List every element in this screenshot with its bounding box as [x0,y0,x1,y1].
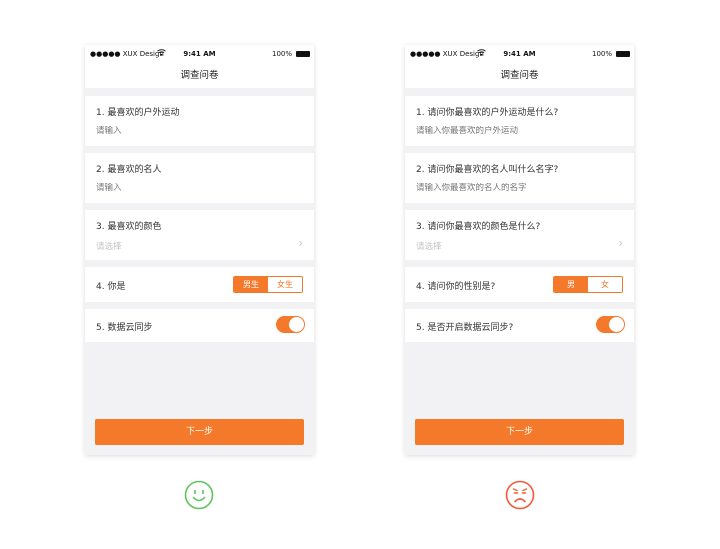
chevron-right-icon: › [618,236,623,250]
frown-icon [505,480,535,510]
gender-option-other[interactable]: 女生 [268,277,302,292]
next-button[interactable]: 下一步 [95,419,304,445]
select-placeholder: 请选择 [96,242,122,252]
next-button[interactable]: 下一步 [415,419,624,445]
question-label: 5. 是否开启数据云同步? [416,323,514,333]
gender-option-other[interactable]: 女 [588,277,622,292]
chevron-right-icon: › [298,236,303,250]
phone-screen-bad: ●●●●● XUX Design 9:41 AM 100% 调查问卷 1. 请问… [405,45,634,455]
select-placeholder: 请选择 [416,242,442,252]
page-title: 调查问卷 [85,63,314,88]
question-label: 4. 请问你的性别是? [416,282,496,292]
status-bar: ●●●●● XUX Design 9:41 AM 100% [405,45,634,63]
question-label: 5. 数据云同步 [96,323,153,333]
question-card-5: 5. 是否开启数据云同步? [405,309,634,342]
color-select[interactable]: 3. 请问你最喜欢的颜色是什么? 请选择 › [405,210,634,260]
question-card-4: 4. 你是 男生 女生 [85,267,314,302]
gender-segmented-control: 男 女 [553,276,623,293]
outdoor-sport-input[interactable] [96,126,286,136]
question-card-2: 2. 请问你最喜欢的名人叫什么名字? [405,153,634,203]
question-card-2: 2. 最喜欢的名人 [85,153,314,203]
celebrity-input[interactable] [96,183,286,193]
question-label: 1. 最喜欢的户外运动 [96,108,180,118]
question-label: 3. 最喜欢的颜色 [96,222,162,232]
gender-segmented-control: 男生 女生 [233,276,303,293]
gender-option-selected[interactable]: 男 [554,277,588,292]
phone-screen-good: ●●●●● XUX Design 9:41 AM 100% 调查问卷 1. 最喜… [85,45,314,455]
cloud-sync-toggle[interactable] [596,316,625,333]
question-label: 1. 请问你最喜欢的户外运动是什么? [416,108,559,118]
battery-percent: 100% [271,50,292,58]
question-label: 3. 请问你最喜欢的颜色是什么? [416,222,541,232]
toggle-knob [289,317,304,332]
color-select[interactable]: 3. 最喜欢的颜色 请选择 › [85,210,314,260]
battery-percent: 100% [591,50,612,58]
cloud-sync-toggle[interactable] [276,316,305,333]
gender-option-selected[interactable]: 男生 [234,277,268,292]
page-title: 调查问卷 [405,63,634,88]
smile-icon [184,480,214,510]
outdoor-sport-input[interactable] [416,126,606,136]
question-card-1: 1. 请问你最喜欢的户外运动是什么? [405,96,634,146]
question-label: 4. 你是 [96,282,126,292]
question-card-1: 1. 最喜欢的户外运动 [85,96,314,146]
question-card-4: 4. 请问你的性别是? 男 女 [405,267,634,302]
battery-icon [616,51,630,57]
toggle-knob [609,317,624,332]
question-card-5: 5. 数据云同步 [85,309,314,342]
question-label: 2. 请问你最喜欢的名人叫什么名字? [416,165,559,175]
status-bar: ●●●●● XUX Design 9:41 AM 100% [85,45,314,63]
question-label: 2. 最喜欢的名人 [96,165,162,175]
celebrity-input[interactable] [416,183,606,193]
battery-icon [296,51,310,57]
